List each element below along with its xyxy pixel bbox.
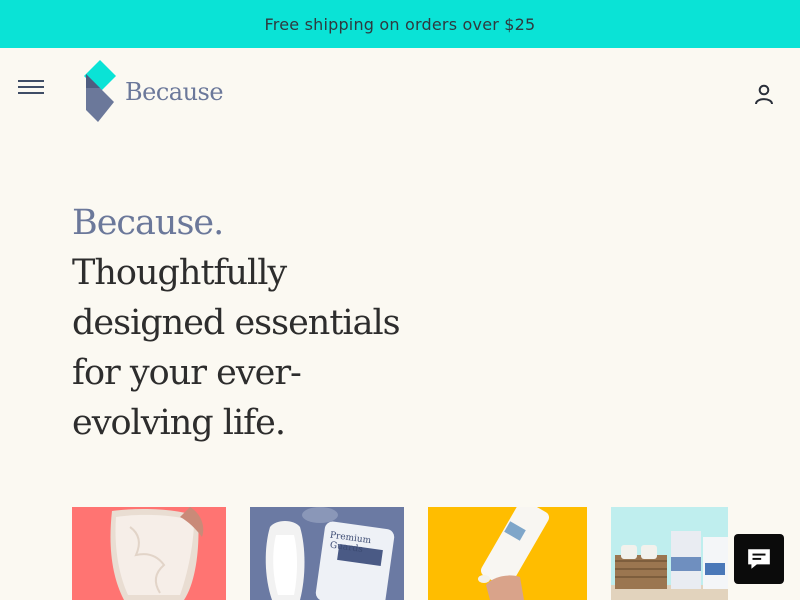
hero-brand: Because. [72, 203, 224, 243]
chat-bubble-icon [748, 549, 770, 569]
hamburger-menu-icon[interactable] [18, 78, 46, 96]
chat-button[interactable] [734, 534, 784, 584]
boxes-image [611, 507, 728, 600]
cream-image [428, 507, 587, 600]
promo-text: Free shipping on orders over $25 [264, 14, 536, 34]
product-tile-underwear[interactable] [72, 507, 226, 600]
user-account-icon[interactable] [752, 82, 776, 106]
logo-text: Because [125, 78, 224, 106]
product-tile-boxes[interactable] [611, 507, 728, 600]
site-header: Because [0, 48, 800, 140]
brand-logo[interactable]: Because [84, 60, 224, 124]
logo-mark-icon [84, 60, 116, 122]
product-tile-pads[interactable]: Premium Guards [250, 507, 404, 600]
product-tile-cream[interactable] [428, 507, 587, 600]
underwear-image [72, 507, 226, 600]
hero-tagline: Thoughtfully designed essentials for you… [72, 253, 401, 443]
promo-bar: Free shipping on orders over $25 [0, 0, 800, 48]
pads-image: Premium Guards [250, 507, 404, 600]
hero-heading: Because. Thoughtfully designed essential… [72, 198, 402, 448]
